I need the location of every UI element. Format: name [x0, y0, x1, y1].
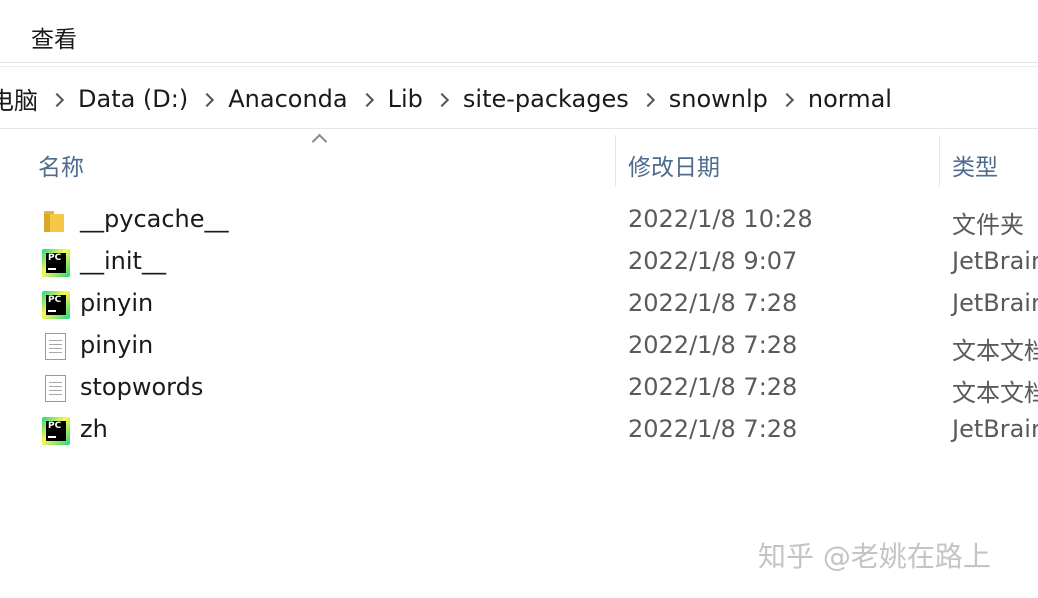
- breadcrumb-item-anaconda[interactable]: Anaconda: [228, 85, 347, 113]
- chevron-right-icon[interactable]: [49, 92, 65, 107]
- column-type-header[interactable]: 类型: [952, 148, 998, 182]
- file-row[interactable]: __pycache__ 2022/1/8 10:28 文件夹: [0, 200, 1038, 242]
- file-date: 2022/1/8 7:28: [628, 289, 798, 317]
- menu-bar: 查看: [0, 0, 1038, 67]
- file-type: JetBrain: [952, 415, 1038, 443]
- file-name: pinyin: [80, 331, 154, 359]
- chevron-right-icon[interactable]: [434, 92, 449, 107]
- breadcrumb-item-site-packages[interactable]: site-packages: [463, 85, 629, 113]
- chevron-right-icon[interactable]: [640, 92, 655, 107]
- file-row[interactable]: pinyin 2022/1/8 7:28 文本文档: [0, 326, 1038, 368]
- column-divider[interactable]: [939, 135, 940, 187]
- file-type: 文本文档: [952, 379, 1038, 407]
- chevron-right-icon[interactable]: [779, 92, 794, 107]
- file-type: 文件夹: [952, 211, 1024, 239]
- file-name: pinyin: [80, 289, 154, 317]
- folder-icon: [42, 207, 70, 235]
- column-name-header[interactable]: 名称: [38, 148, 84, 182]
- column-date-header[interactable]: 修改日期: [628, 148, 720, 182]
- file-type: JetBrain: [952, 247, 1038, 275]
- file-name: __init__: [80, 247, 166, 275]
- breadcrumb-item-lib[interactable]: Lib: [388, 85, 423, 113]
- chevron-right-icon[interactable]: [200, 92, 215, 107]
- file-row[interactable]: stopwords 2022/1/8 7:28 文本文档: [0, 368, 1038, 410]
- watermark: 知乎 @老姚在路上: [758, 540, 991, 573]
- address-bar[interactable]: 电脑 Data (D:) Anaconda Lib site-packages …: [0, 67, 1038, 129]
- pycharm-file-icon: PC: [42, 417, 70, 445]
- breadcrumb-item-pc[interactable]: 电脑: [0, 81, 38, 116]
- file-name: stopwords: [80, 373, 204, 401]
- file-type: JetBrain: [952, 289, 1038, 317]
- file-date: 2022/1/8 7:28: [628, 331, 798, 359]
- file-date: 2022/1/8 9:07: [628, 247, 798, 275]
- chevron-right-icon[interactable]: [359, 92, 374, 107]
- text-file-icon: [42, 333, 70, 361]
- address-divider: [0, 128, 1038, 129]
- column-header: 名称 修改日期 类型: [0, 130, 1038, 192]
- text-file-icon: [42, 375, 70, 403]
- view-menu[interactable]: 查看: [31, 20, 77, 54]
- file-name: __pycache__: [80, 205, 229, 233]
- file-type: 文本文档: [952, 337, 1038, 365]
- column-divider[interactable]: [615, 135, 616, 187]
- file-date: 2022/1/8 7:28: [628, 415, 798, 443]
- breadcrumb-item-data-drive[interactable]: Data (D:): [78, 85, 188, 113]
- pycharm-file-icon: PC: [42, 249, 70, 277]
- file-date: 2022/1/8 7:28: [628, 373, 798, 401]
- breadcrumb-item-snownlp[interactable]: snownlp: [669, 85, 768, 113]
- file-row[interactable]: PC zh 2022/1/8 7:28 JetBrain: [0, 410, 1038, 452]
- pycharm-file-icon: PC: [42, 291, 70, 319]
- file-row[interactable]: PC __init__ 2022/1/8 9:07 JetBrain: [0, 242, 1038, 284]
- file-name: zh: [80, 415, 108, 443]
- breadcrumb: 电脑 Data (D:) Anaconda Lib site-packages …: [0, 81, 892, 116]
- breadcrumb-item-normal[interactable]: normal: [808, 85, 892, 113]
- sort-ascending-icon: [311, 133, 328, 150]
- menu-divider: [0, 62, 1038, 63]
- file-row[interactable]: PC pinyin 2022/1/8 7:28 JetBrain: [0, 284, 1038, 326]
- file-date: 2022/1/8 10:28: [628, 205, 813, 233]
